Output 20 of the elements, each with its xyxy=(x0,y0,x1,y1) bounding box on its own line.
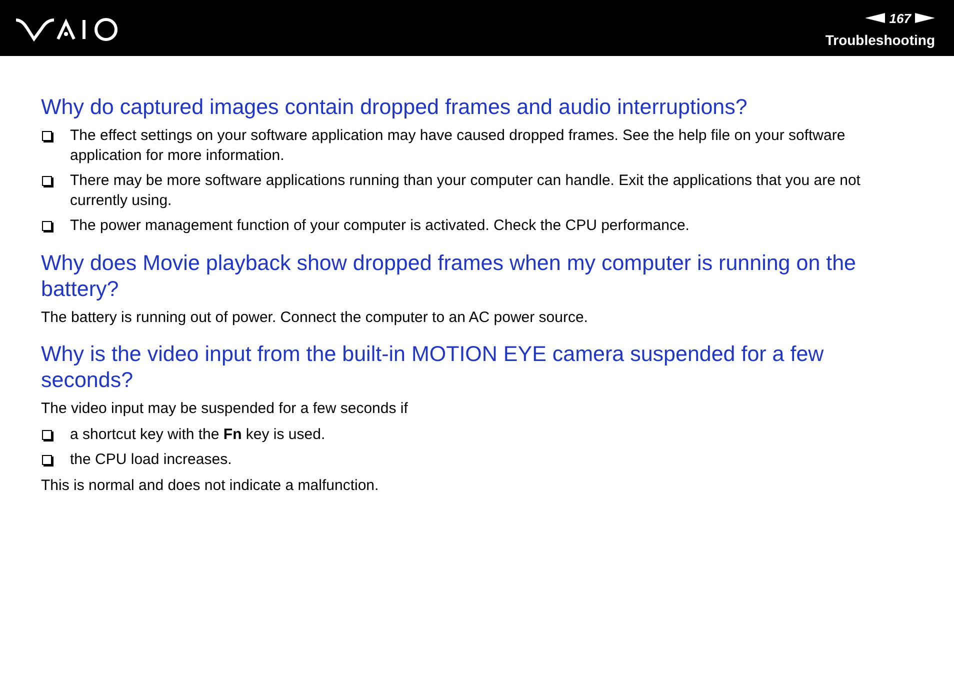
section-heading: Why do captured images contain dropped frames and audio interruptions? xyxy=(41,94,748,120)
bullet-text: The effect settings on your software application may have caused dropped frames. See the help file on your software application for more information. xyxy=(70,126,846,165)
next-page-icon[interactable] xyxy=(915,13,935,23)
bullet-text: the CPU load increases. xyxy=(70,450,232,470)
paragraph: The battery is running out of power. Connect the computer to an AC power source. xyxy=(41,308,589,327)
bullet-icon xyxy=(42,176,52,186)
bullet-icon xyxy=(42,131,52,141)
paragraph: The video input may be suspended for a few seconds if xyxy=(41,399,409,418)
section-heading: Why does Movie playback show dropped frames when my computer is running on the battery? xyxy=(41,250,858,302)
bullet-icon xyxy=(42,455,52,465)
bullet-text: The power management function of your computer is activated. Check the CPU performance. xyxy=(70,216,690,236)
previous-page-icon[interactable] xyxy=(865,13,886,23)
page-number: 167 xyxy=(889,10,911,26)
paragraph: This is normal and does not indicate a malfunction. xyxy=(41,476,380,495)
bullet-icon xyxy=(42,221,52,231)
bullet-icon xyxy=(42,430,52,440)
bullet-text: There may be more software applications running than your computer can handle. Exit the applications that you are not currently using. xyxy=(70,171,862,210)
section-title: Troubleshooting xyxy=(825,32,935,48)
bullet-text: a shortcut key with the Fn key is used. xyxy=(70,424,326,444)
section-heading: Why is the video input from the built-in MOTION EYE camera suspended for a few seconds? xyxy=(41,341,825,393)
